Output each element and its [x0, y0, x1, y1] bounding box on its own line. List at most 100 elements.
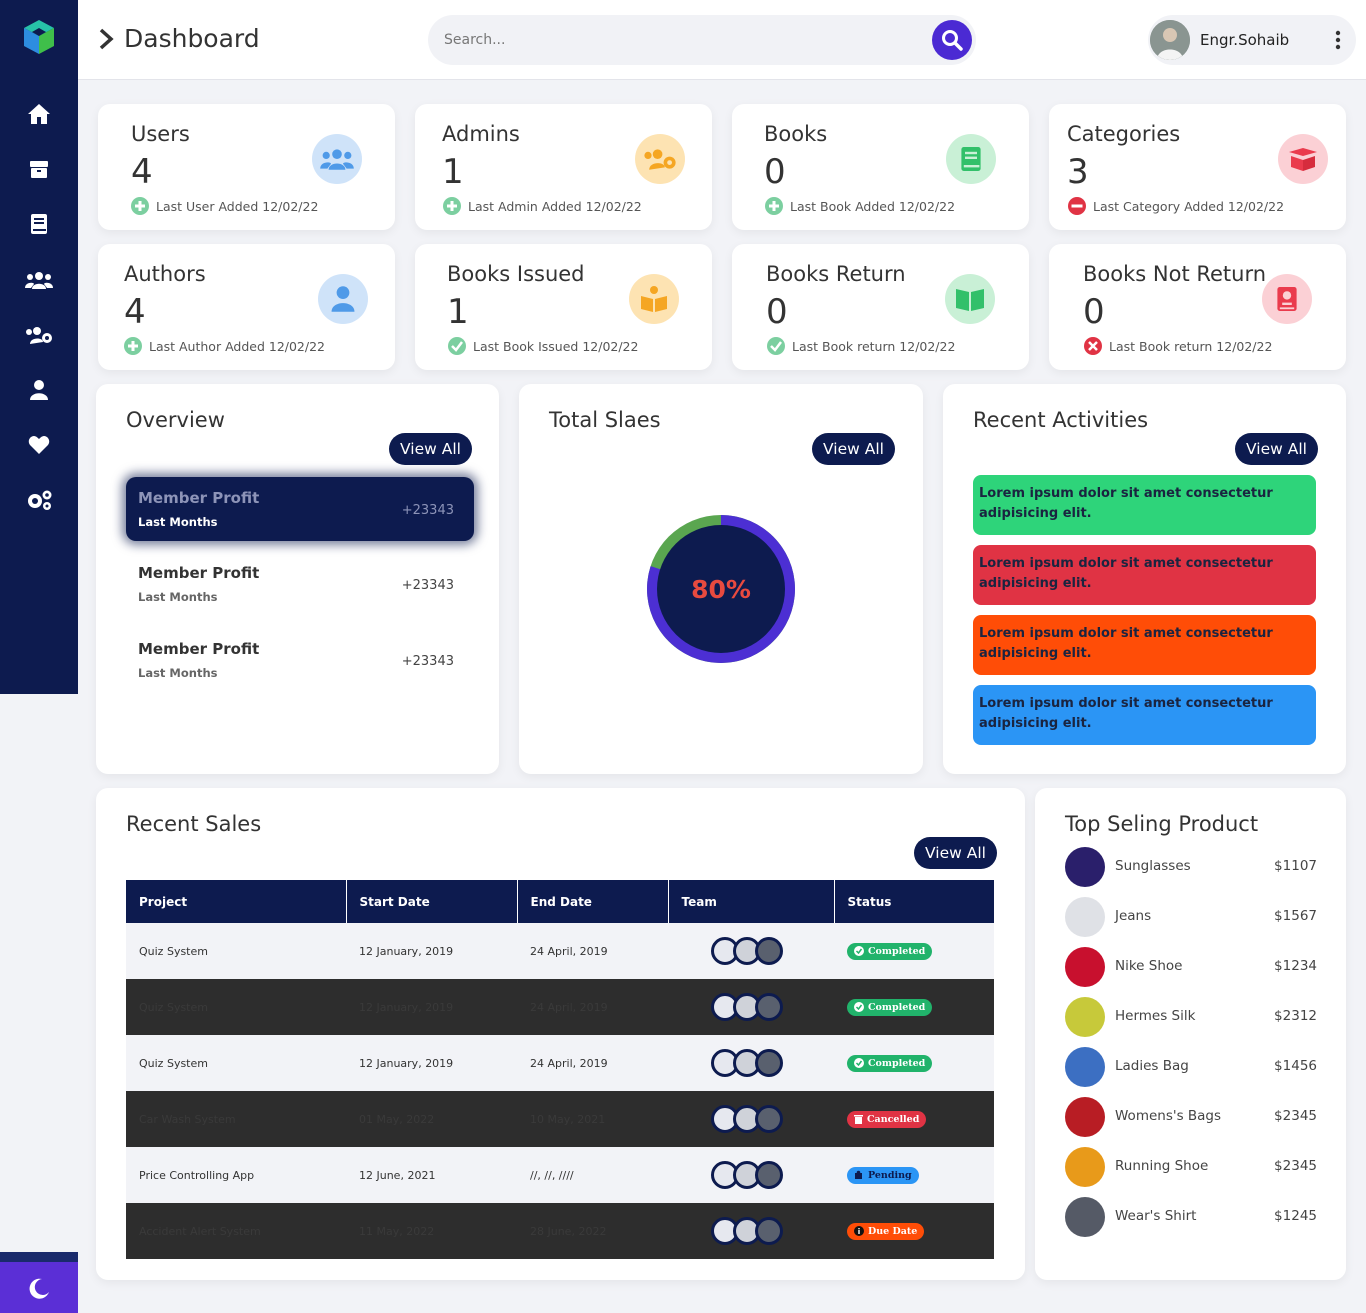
stat-card-books-not-return[interactable]: Books Not Return 0 Last Book return 12/0…	[1049, 244, 1346, 370]
book-open-icon	[945, 274, 995, 324]
table-row[interactable]: Quiz System 12 January, 2019 24 April, 201…	[126, 979, 994, 1035]
sales-progress-ring: 80%	[647, 515, 795, 663]
stat-footer-text: Last Book Added 12/02/22	[790, 198, 956, 214]
team-cell	[668, 923, 834, 979]
avatar[interactable]	[755, 1161, 783, 1189]
product-item[interactable]: Running Shoe $2345	[1065, 1147, 1317, 1187]
end-date-cell: //, //, ////	[517, 1147, 668, 1203]
cogs-icon[interactable]	[24, 485, 54, 515]
activity-item[interactable]: Lorem ipsum dolor sit amet consectetur a…	[973, 545, 1316, 605]
sales-view-all-button[interactable]: View All	[914, 837, 997, 869]
home-icon[interactable]	[24, 99, 54, 129]
product-item[interactable]: Wear's Shirt $1245	[1065, 1197, 1317, 1237]
stat-card-books-issued[interactable]: Books Issued 1 Last Book Issued 12/02/22	[415, 244, 712, 370]
table-row[interactable]: Accident Alert System 11 May, 2022 28 June…	[126, 1203, 994, 1259]
status-badge: Completed	[847, 942, 933, 960]
stat-footer-text: Last Book return 12/02/22	[792, 338, 956, 354]
stat-card-users[interactable]: Users 4 Last User Added 12/02/22	[98, 104, 395, 230]
total-sales-title: Total Slaes	[549, 408, 661, 432]
overview-item[interactable]: Member Profit Last Months +23343	[126, 552, 474, 616]
book-icon	[946, 134, 996, 184]
users-icon[interactable]	[24, 265, 54, 295]
box-icon[interactable]	[24, 154, 54, 184]
table-row[interactable]: Quiz System 12 January, 2019 24 April, 201…	[126, 923, 994, 979]
activity-item[interactable]: Lorem ipsum dolor sit amet consectetur a…	[973, 615, 1316, 675]
product-item[interactable]: Nike Shoe $1234	[1065, 947, 1317, 987]
product-image	[1065, 947, 1105, 987]
plus-circle-icon	[765, 197, 783, 215]
search-input[interactable]	[444, 15, 924, 65]
product-item[interactable]: Womens's Bags $2345	[1065, 1097, 1317, 1137]
product-price: $2345	[1274, 1158, 1317, 1174]
activities-view-all-button[interactable]: View All	[1235, 433, 1318, 465]
overview-item-title: Member Profit	[138, 489, 260, 507]
stat-label: Users	[131, 122, 190, 146]
recent-activities-panel: Recent Activities View All Lorem ipsum d…	[943, 384, 1346, 774]
start-date-cell: 12 January, 2019	[346, 979, 517, 1035]
overview-item[interactable]: Member Profit Last Months +23343	[126, 628, 474, 692]
team-cell	[668, 1203, 834, 1259]
users-cog-icon[interactable]	[24, 320, 54, 350]
avatar[interactable]	[755, 1217, 783, 1245]
stat-card-books-return[interactable]: Books Return 0 Last Book return 12/02/22	[732, 244, 1029, 370]
check-circle-icon	[854, 1002, 864, 1012]
team-avatars	[711, 1161, 834, 1189]
book-reader-icon	[629, 274, 679, 324]
product-item[interactable]: Hermes Silk $2312	[1065, 997, 1317, 1037]
status-text: Due Date	[868, 1225, 918, 1237]
status-cell: Pending	[834, 1147, 994, 1203]
avatar[interactable]	[755, 937, 783, 965]
column-header: Team	[668, 880, 835, 923]
page-title: Dashboard	[124, 24, 260, 53]
table-row[interactable]: Car Wash System 01 May, 2022 10 May, 2021 C…	[126, 1091, 994, 1147]
avatar[interactable]	[755, 1049, 783, 1077]
stat-card-books[interactable]: Books 0 Last Book Added 12/02/22	[732, 104, 1029, 230]
puzzle-icon	[854, 1170, 864, 1180]
recent-activities-title: Recent Activities	[973, 408, 1149, 432]
overview-view-all-button[interactable]: View All	[389, 433, 472, 465]
activity-item[interactable]: Lorem ipsum dolor sit amet consectetur a…	[973, 685, 1316, 745]
box-open-icon	[1278, 134, 1328, 184]
stat-card-categories[interactable]: Categories 3 Last Category Added 12/02/2…	[1049, 104, 1346, 230]
activity-item[interactable]: Lorem ipsum dolor sit amet consectetur a…	[973, 475, 1316, 535]
product-name: Ladies Bag	[1115, 1058, 1189, 1074]
product-price: $1107	[1274, 858, 1317, 874]
team-cell	[668, 1035, 834, 1091]
status-badge: Completed	[847, 998, 933, 1016]
stat-footer: Last Book Added 12/02/22	[764, 196, 955, 216]
stat-card-authors[interactable]: Authors 4 Last Author Added 12/02/22	[98, 244, 395, 370]
table-row[interactable]: Price Controlling App 12 June, 2021//, //…	[126, 1147, 994, 1203]
stat-label: Books Return	[766, 262, 906, 286]
app-logo[interactable]	[20, 18, 58, 56]
overview-item-title: Member Profit	[138, 564, 260, 582]
table-row[interactable]: Quiz System 12 January, 2019 24 April, 201…	[126, 1035, 994, 1091]
avatar[interactable]	[755, 993, 783, 1021]
search-button[interactable]	[932, 20, 972, 60]
theme-toggle-bar	[0, 1252, 78, 1313]
avatar[interactable]	[755, 1105, 783, 1133]
user-profile[interactable]: Engr.Sohaib	[1148, 15, 1356, 65]
status-badge: Pending	[847, 1166, 919, 1184]
product-item[interactable]: Jeans $1567	[1065, 897, 1317, 937]
heart-icon[interactable]	[24, 430, 54, 460]
overview-item[interactable]: Member Profit Last Months +23343	[126, 477, 474, 541]
status-text: Completed	[868, 945, 926, 957]
more-options-icon[interactable]	[1332, 29, 1344, 51]
user-icon[interactable]	[24, 375, 54, 405]
stat-value: 0	[1083, 292, 1105, 332]
page-title-wrap: Dashboard	[98, 24, 260, 53]
product-image	[1065, 1147, 1105, 1187]
theme-toggle-button[interactable]	[0, 1262, 78, 1313]
product-image	[1065, 847, 1105, 887]
product-name: Jeans	[1115, 908, 1152, 924]
book-icon[interactable]	[24, 209, 54, 239]
chevron-right-icon[interactable]	[98, 28, 114, 50]
total-sales-view-all-button[interactable]: View All	[812, 433, 895, 465]
overview-title: Overview	[126, 408, 225, 432]
project-cell: Price Controlling App	[126, 1147, 346, 1203]
product-item[interactable]: Sunglasses $1107	[1065, 847, 1317, 887]
plus-circle-icon	[124, 337, 142, 355]
product-name: Hermes Silk	[1115, 1008, 1196, 1024]
product-item[interactable]: Ladies Bag $1456	[1065, 1047, 1317, 1087]
stat-card-admins[interactable]: Admins 1 Last Admin Added 12/02/22	[415, 104, 712, 230]
